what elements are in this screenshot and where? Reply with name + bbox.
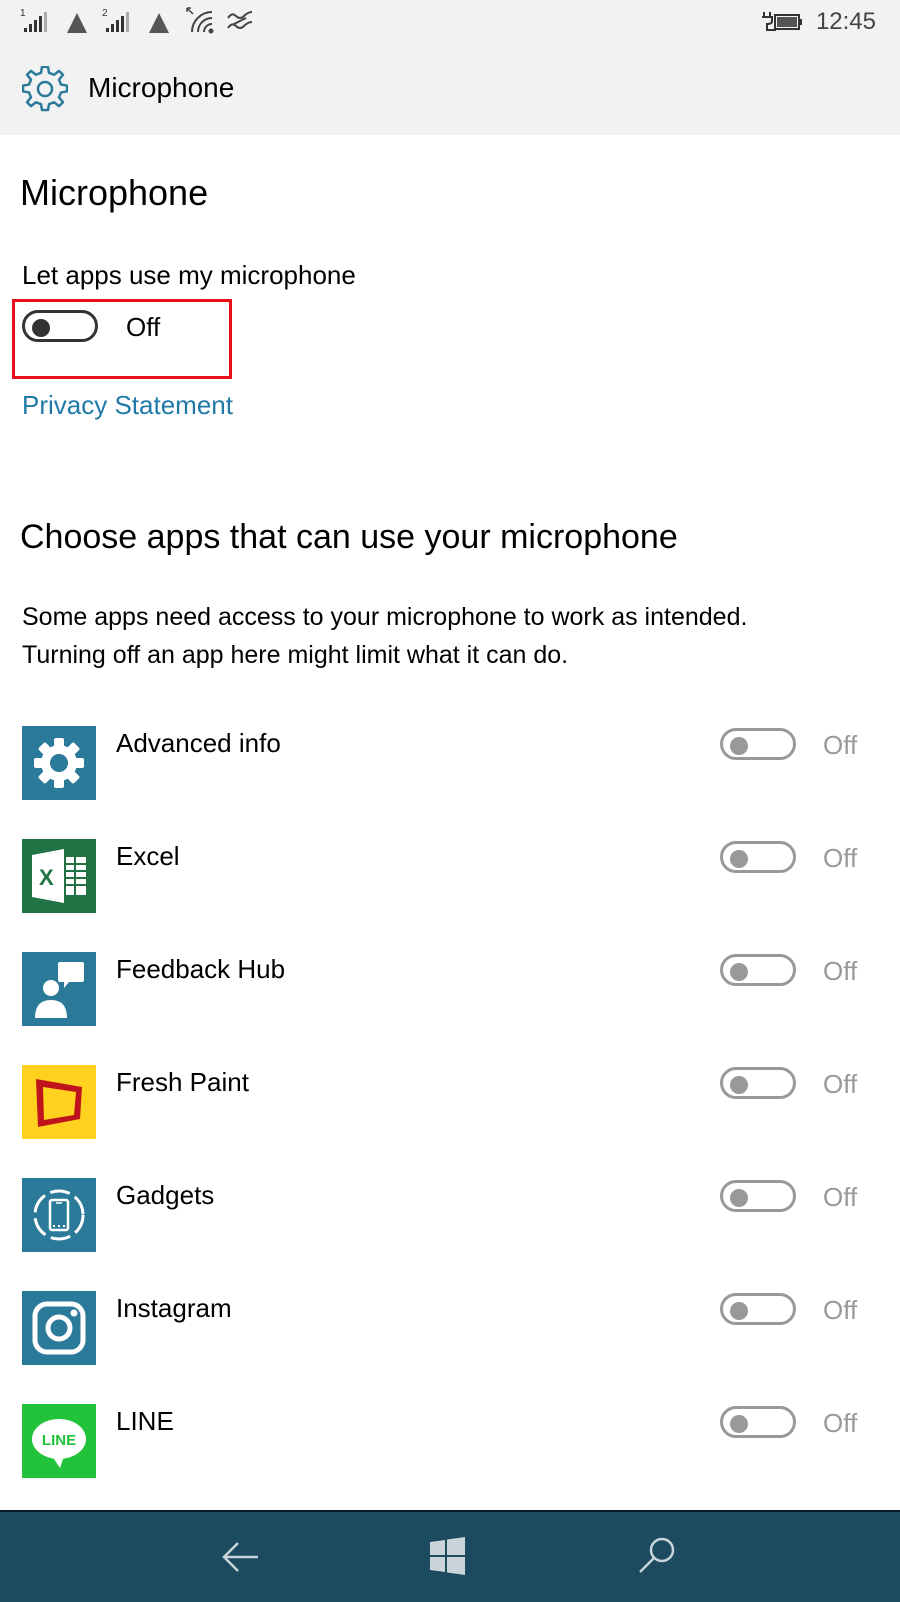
app-toggle-gadgets[interactable]: [720, 1180, 796, 1212]
description-line-2: Turning off an app here might limit what…: [22, 641, 569, 669]
app-toggle-state: Off: [823, 1182, 858, 1212]
wifi-icon: [186, 6, 216, 39]
section-description: Some apps need access to your microphone…: [22, 598, 882, 674]
data-triangle-icon: [148, 12, 170, 39]
app-header: Microphone: [0, 44, 900, 135]
app-row-gadgets: Gadgets Off: [0, 1178, 900, 1268]
toggle-knob: [32, 319, 50, 337]
toggle-knob: [730, 737, 748, 755]
app-name: Fresh Paint: [116, 1067, 249, 1097]
privacy-statement-link[interactable]: Privacy Statement: [22, 390, 233, 421]
page-title: Microphone: [20, 172, 209, 213]
master-microphone-toggle[interactable]: [22, 310, 98, 342]
feedback-person-icon: [22, 952, 96, 1026]
search-icon[interactable]: [632, 1532, 682, 1582]
app-toggle-state: Off: [823, 730, 858, 760]
toggle-knob: [730, 850, 748, 868]
canvas-frame-icon: [22, 1065, 96, 1139]
header-title: Microphone: [88, 72, 235, 103]
app-toggle-excel[interactable]: [720, 841, 796, 873]
line-bubble-icon: LINE: [22, 1404, 96, 1478]
app-name: Instagram: [116, 1293, 232, 1323]
vibrate-icon: [226, 10, 254, 37]
toggle-knob: [730, 1302, 748, 1320]
app-row-fresh-paint: Fresh Paint Off: [0, 1065, 900, 1155]
windows-start-icon[interactable]: [425, 1532, 475, 1582]
toggle-knob: [730, 1076, 748, 1094]
toggle-knob: [730, 963, 748, 981]
app-name: Gadgets: [116, 1180, 215, 1210]
data-triangle-icon: [66, 12, 88, 39]
app-toggle-instagram[interactable]: [720, 1293, 796, 1325]
gear-icon: [21, 65, 69, 112]
app-toggle-state: Off: [823, 843, 858, 873]
battery-charging-icon: [760, 10, 804, 39]
toggle-knob: [730, 1415, 748, 1433]
app-toggle-feedback-hub[interactable]: [720, 954, 796, 986]
app-row-instagram: Instagram Off: [0, 1291, 900, 1381]
app-toggle-state: Off: [823, 1069, 858, 1099]
app-name: LINE: [116, 1406, 174, 1436]
description-line-1: Some apps need access to your microphone…: [22, 603, 748, 631]
camera-icon: [22, 1291, 96, 1365]
app-name: Excel: [116, 841, 180, 871]
section-title: Choose apps that can use your microphone: [20, 518, 678, 556]
svg-text:X: X: [39, 865, 54, 890]
app-toggle-state: Off: [823, 1295, 858, 1325]
app-toggle-line[interactable]: [720, 1406, 796, 1438]
app-name: Advanced info: [116, 728, 281, 758]
app-toggle-fresh-paint[interactable]: [720, 1067, 796, 1099]
app-row-line: LINE LINE Off: [0, 1404, 900, 1494]
app-toggle-advanced-info[interactable]: [720, 728, 796, 760]
status-bar: 1 2 12:45: [0, 0, 900, 44]
app-row-feedback-hub: Feedback Hub Off: [0, 952, 900, 1042]
gear-icon: [22, 726, 96, 800]
app-name: Feedback Hub: [116, 954, 286, 984]
navigation-bar: [0, 1510, 900, 1602]
svg-text:2: 2: [102, 8, 108, 19]
master-toggle-state: Off: [126, 312, 161, 342]
svg-text:LINE: LINE: [42, 1432, 76, 1449]
excel-icon: X: [22, 839, 96, 913]
phone-circle-icon: [22, 1178, 96, 1252]
signal-sim2-icon: 2: [102, 6, 134, 39]
toggle-knob: [730, 1189, 748, 1207]
app-row-excel: X Excel Off: [0, 839, 900, 929]
app-row-advanced-info: Advanced info Off: [0, 726, 900, 816]
app-toggle-state: Off: [823, 956, 858, 986]
app-toggle-state: Off: [823, 1408, 858, 1438]
svg-text:1: 1: [20, 8, 26, 19]
master-toggle-label: Let apps use my microphone: [22, 260, 356, 290]
signal-sim1-icon: 1: [20, 6, 52, 39]
back-icon[interactable]: [216, 1532, 266, 1582]
clock: 12:45: [815, 8, 876, 35]
